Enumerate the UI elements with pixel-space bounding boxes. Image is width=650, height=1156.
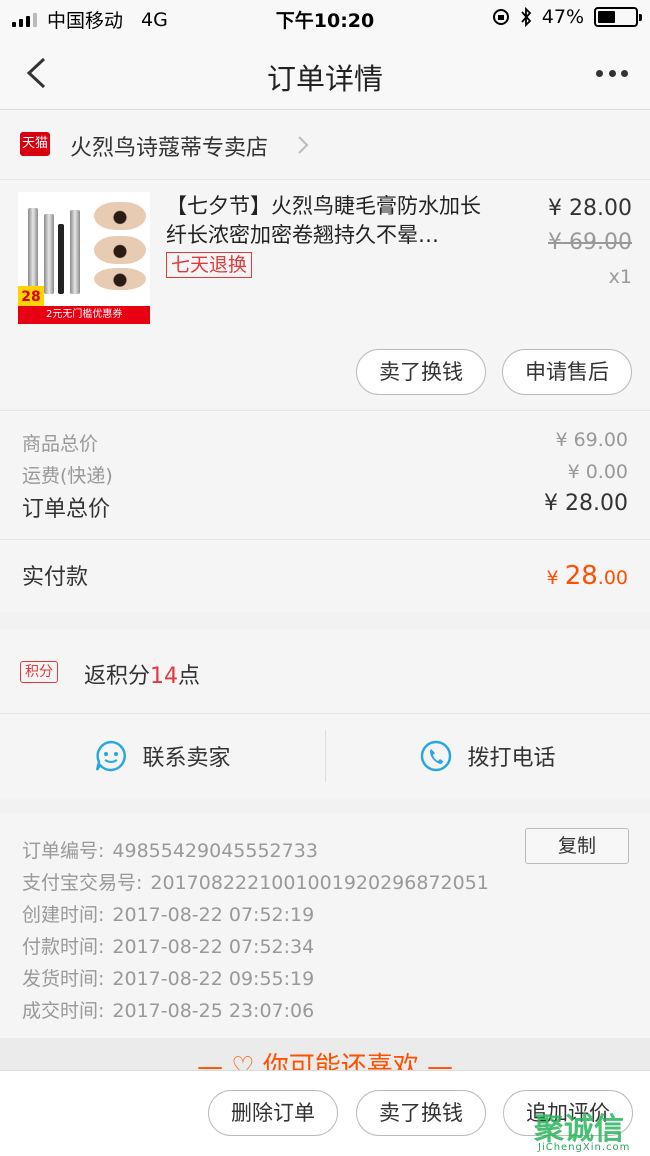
call-phone-button[interactable]: 拨打电话 bbox=[325, 714, 650, 798]
more-icon[interactable] bbox=[596, 58, 628, 88]
return-policy-badge: 七天退换 bbox=[166, 252, 253, 278]
points-suffix: 点 bbox=[178, 664, 201, 689]
product-thumbnail[interactable]: 28 2元无门槛优惠券 bbox=[18, 192, 150, 324]
phone-icon bbox=[421, 740, 452, 772]
after-sale-button[interactable]: 申请售后 bbox=[502, 349, 632, 395]
sell-for-cash-button[interactable]: 卖了换钱 bbox=[356, 1090, 486, 1136]
product-card: 28 2元无门槛优惠券 【七夕节】火烈鸟睫毛膏防水加长纤长浓密加密卷翘持久不晕…… bbox=[0, 180, 650, 408]
thumbnail-coupon-banner: 2元无门槛优惠券 bbox=[18, 306, 150, 324]
shop-row[interactable]: 天猫 火烈鸟诗蔻蒂专卖店 bbox=[0, 110, 650, 180]
paid-time-row: 付款时间: 2017-08-22 07:52:34 bbox=[22, 932, 314, 959]
eye-image bbox=[94, 236, 146, 264]
call-phone-label: 拨打电话 bbox=[467, 746, 556, 771]
contact-seller-button[interactable]: 联系卖家 bbox=[0, 714, 325, 798]
navigation-bar: 订单详情 bbox=[0, 36, 650, 110]
completed-time: 2017-08-25 23:07:06 bbox=[112, 1000, 315, 1022]
info-label: 订单编号: bbox=[22, 840, 105, 862]
order-total-row: 订单总价 ¥ 28.00 bbox=[22, 491, 628, 523]
goods-total-value: ¥ 69.00 bbox=[555, 429, 628, 451]
shipping-label: 运费(快递) bbox=[22, 465, 113, 487]
points-row: 积分 返积分14点 bbox=[0, 630, 650, 714]
status-right: 47% bbox=[492, 6, 642, 28]
divider bbox=[0, 539, 650, 540]
shipping-value: ¥ 0.00 bbox=[567, 461, 628, 483]
eye-image bbox=[94, 202, 146, 230]
shop-name: 火烈鸟诗蔻蒂专卖店 bbox=[70, 136, 269, 161]
order-number-row: 订单编号: 49855429045552733 bbox=[22, 836, 318, 863]
battery-level bbox=[598, 11, 615, 23]
order-total-label: 订单总价 bbox=[22, 497, 111, 522]
mascara-tubes-image bbox=[24, 204, 88, 294]
recommendation-title: — ♡ 你可能还喜欢 — bbox=[196, 1052, 454, 1070]
thumbnail-price-tag: 28 bbox=[18, 286, 44, 308]
shipped-time-row: 发货时间: 2017-08-22 09:55:19 bbox=[22, 964, 314, 991]
status-bar: 中国移动 4G 下午10:20 47% bbox=[0, 0, 650, 36]
paid-time: 2017-08-22 07:52:34 bbox=[112, 936, 315, 958]
page-title: 订单详情 bbox=[266, 62, 383, 96]
order-total-value: ¥ 28.00 bbox=[544, 491, 628, 516]
info-label: 付款时间: bbox=[22, 936, 105, 958]
watermark-logo: 聚诚信 JiChengXin.com bbox=[532, 1104, 644, 1156]
currency-symbol: ¥ bbox=[546, 567, 565, 589]
product-original-price: ¥ 69.00 bbox=[548, 230, 632, 255]
completed-time-row: 成交时间: 2017-08-25 23:07:06 bbox=[22, 996, 314, 1023]
created-time-row: 创建时间: 2017-08-22 07:52:19 bbox=[22, 900, 314, 927]
amount-paid-value: ¥ 28.00 bbox=[547, 561, 628, 591]
copy-order-number-button[interactable]: 复制 bbox=[525, 828, 629, 864]
amount-decimal: .00 bbox=[597, 567, 628, 589]
price-summary: 商品总价 ¥ 69.00 运费(快递) ¥ 0.00 订单总价 ¥ 28.00 … bbox=[0, 410, 650, 612]
product-quantity: x1 bbox=[608, 266, 632, 288]
chat-bubble-icon bbox=[96, 740, 127, 772]
info-label: 创建时间: bbox=[22, 904, 105, 926]
info-label: 支付宝交易号: bbox=[22, 872, 143, 894]
order-info: 订单编号: 49855429045552733 支付宝交易号: 2017082221… bbox=[0, 814, 650, 1038]
recommendation-header: — ♡ 你可能还喜欢 — bbox=[0, 1038, 650, 1070]
points-prefix: 返积分 bbox=[84, 664, 151, 689]
battery-icon bbox=[594, 7, 642, 27]
contact-bar: 联系卖家 拨打电话 bbox=[0, 714, 650, 798]
watermark-url: JiChengXin.com bbox=[538, 1142, 631, 1153]
order-number: 49855429045552733 bbox=[112, 840, 318, 862]
sell-for-cash-button[interactable]: 卖了换钱 bbox=[356, 349, 486, 395]
points-value: 14 bbox=[150, 664, 179, 689]
product-title[interactable]: 【七夕节】火烈鸟睫毛膏防水加长纤长浓密加密卷翘持久不晕… bbox=[166, 192, 496, 250]
goods-total-row: 商品总价 ¥ 69.00 bbox=[22, 429, 628, 456]
eye-image bbox=[94, 268, 146, 290]
amount-paid-label: 实付款 bbox=[22, 565, 89, 590]
tmall-logo: 天猫 bbox=[20, 132, 50, 156]
amount-integer: 28 bbox=[564, 561, 598, 591]
points-badge: 积分 bbox=[20, 661, 58, 683]
chevron-right-icon bbox=[298, 136, 309, 154]
alipay-trade-number: 2017082221001001920296872051 bbox=[150, 872, 489, 894]
delete-order-button[interactable]: 删除订单 bbox=[208, 1090, 338, 1136]
orientation-lock-icon bbox=[492, 9, 509, 25]
points-text: 返积分14点 bbox=[84, 658, 200, 690]
battery-percent: 47% bbox=[541, 6, 584, 28]
info-label: 成交时间: bbox=[22, 1000, 105, 1022]
product-price: ¥ 28.00 bbox=[548, 196, 632, 221]
shipping-row: 运费(快递) ¥ 0.00 bbox=[22, 461, 628, 488]
created-time: 2017-08-22 07:52:19 bbox=[112, 904, 315, 926]
shipped-time: 2017-08-22 09:55:19 bbox=[112, 968, 315, 990]
amount-paid-row: 实付款 ¥ 28.00 bbox=[22, 559, 628, 591]
bluetooth-icon bbox=[521, 7, 532, 27]
contact-seller-label: 联系卖家 bbox=[142, 746, 231, 771]
goods-total-label: 商品总价 bbox=[22, 433, 99, 455]
alipay-trade-row: 支付宝交易号: 2017082221001001920296872051 bbox=[22, 868, 489, 895]
info-label: 发货时间: bbox=[22, 968, 105, 990]
